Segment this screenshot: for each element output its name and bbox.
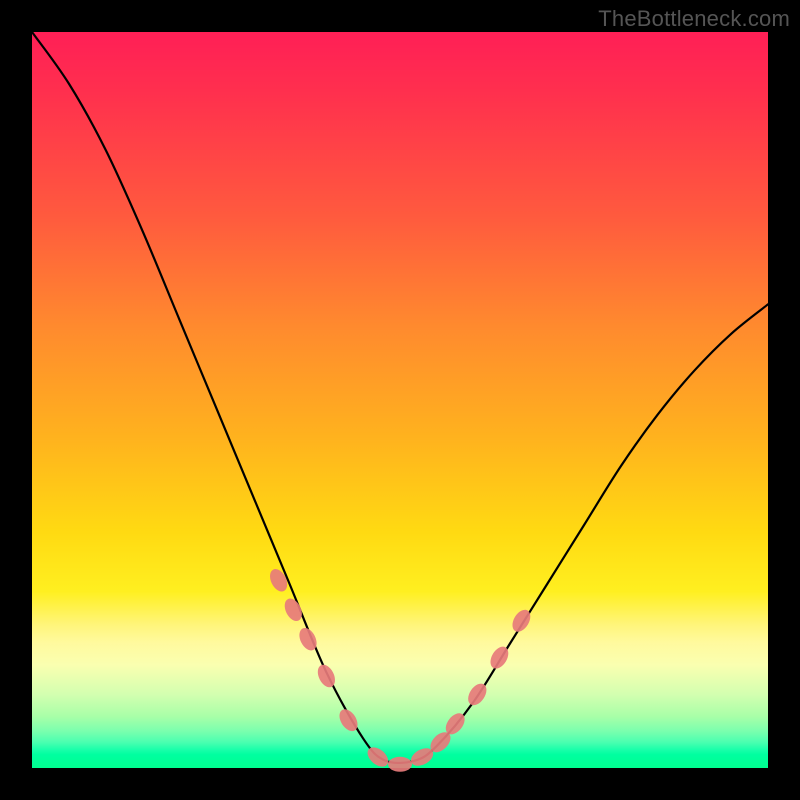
- curve-layer: [32, 32, 768, 768]
- watermark-text: TheBottleneck.com: [598, 6, 790, 32]
- marker-dot: [388, 757, 412, 772]
- chart-frame: TheBottleneck.com: [0, 0, 800, 800]
- bottleneck-curve-path: [32, 32, 768, 763]
- marker-dot: [464, 680, 490, 708]
- marker-dot: [364, 743, 392, 770]
- plot-area: [32, 32, 768, 768]
- marker-dot: [281, 596, 305, 624]
- marker-dot: [314, 662, 338, 690]
